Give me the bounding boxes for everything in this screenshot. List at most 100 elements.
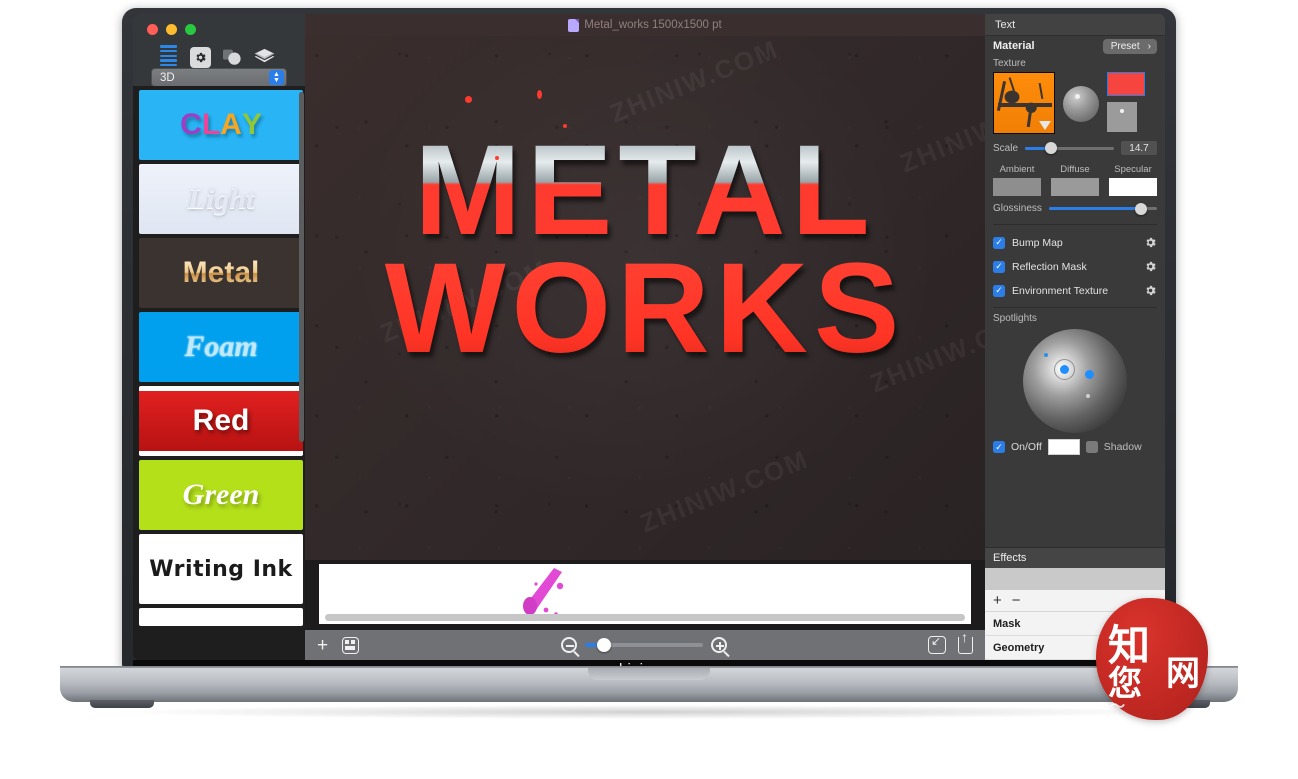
light-color-swatch[interactable] [1047,439,1080,455]
material-preset-button[interactable]: Preset › [1102,38,1157,54]
chevron-right-icon: › [1147,40,1151,52]
zoom-button[interactable] [185,24,196,35]
toggle-label: Bump Map [1012,236,1063,249]
shadow-label: Shadow [1103,441,1142,453]
toggle-bump-map[interactable]: ✓ Bump Map [993,236,1157,249]
material-section-header: Material Preset › [985,36,1165,56]
share-icon[interactable] [957,629,973,654]
effects-remove-button[interactable]: − [1012,592,1021,609]
checkbox[interactable]: ✓ [993,441,1005,453]
material-body: Texture Scale 14.7 Ambient Diffuse Specu… [985,56,1165,461]
glossiness-label: Glossiness [993,203,1042,214]
spotlight-sphere[interactable] [1023,329,1127,433]
right-panel: Text Material Preset › Texture Scale 14.… [985,14,1165,660]
strip-canvas[interactable] [319,564,971,624]
effects-selected-row[interactable] [985,568,1165,590]
seal-char-2: 网 [1166,654,1200,694]
gear-icon[interactable] [1144,236,1157,249]
reflection-swatch[interactable] [1107,102,1137,132]
window-titlebar-left: 3D ▲ ▼ [133,14,305,87]
material-channels: Ambient Diffuse Specular [993,164,1157,196]
traffic-lights[interactable] [147,24,295,35]
toggle-label: Reflection Mask [1012,260,1087,273]
grid-icon[interactable] [342,636,360,654]
application-window: 3D ▲ ▼ CLAY Light Metal Foam Red Green W… [133,14,1165,660]
strip-scrollbar[interactable] [325,614,965,621]
gear-icon[interactable] [189,46,211,68]
spotlight-handle-secondary[interactable] [1085,370,1094,379]
color-swatch[interactable] [1107,72,1145,96]
add-button[interactable]: + [317,636,328,655]
color-swatches [1107,72,1145,132]
effects-add-button[interactable]: + [993,592,1002,609]
spotlight-handle-tertiary[interactable] [1044,353,1048,357]
zoom-slider[interactable] [584,638,703,652]
zoom-in-icon[interactable] [710,637,727,653]
document-title: Metal_works 1500x1500 pt [584,19,722,31]
glossiness-slider[interactable] [1048,202,1157,215]
gear-icon[interactable] [1144,284,1157,297]
scale-value[interactable]: 14.7 [1121,141,1157,155]
chevron-updown-icon[interactable]: ▲ ▼ [269,70,284,85]
canvas-actions [927,629,973,654]
shadow-checkbox[interactable] [1085,441,1098,453]
canvas-area[interactable]: ZHINIW.COM ZHINIW.COM ZHINIW.COM ZHINIW.… [305,36,985,560]
shapes-icon[interactable] [221,46,243,68]
spotlight-editor[interactable] [993,329,1157,433]
gear-icon[interactable] [1144,260,1157,273]
preset-item-green[interactable]: Green [139,460,303,530]
zoom-slider-knob[interactable] [596,638,611,652]
artwork-line-2: WORKS [305,244,985,372]
glossiness-row: Glossiness [993,202,1157,215]
fit-to-screen-icon[interactable] [927,634,946,654]
diffuse-swatch[interactable] [1051,178,1099,196]
left-toolbar [143,45,295,68]
spotlight-handle-primary[interactable] [1060,365,1069,374]
preset-list-scrollbar[interactable] [299,92,304,442]
preset-label: Foam [184,330,258,363]
ambient-swatch[interactable] [993,178,1041,196]
scale-slider[interactable] [1025,142,1114,154]
preset-item-foam[interactable]: Foam [139,312,303,382]
spotlight-options: ✓ On/Off Shadow [993,439,1157,455]
preset-item-metal[interactable]: Metal [139,238,303,308]
specular-swatch[interactable] [1109,178,1157,196]
category-select[interactable]: 3D ▲ ▼ [151,68,287,87]
toggle-environment-texture[interactable]: ✓ Environment Texture [993,284,1157,297]
checkbox[interactable]: ✓ [993,260,1005,273]
minimize-button[interactable] [166,24,177,35]
preset-label: CLAY [180,108,262,141]
close-button[interactable] [147,24,158,35]
texture-thumbnail[interactable] [993,72,1055,134]
screenshot-root: 3D ▲ ▼ CLAY Light Metal Foam Red Green W… [0,0,1298,779]
texture-row [993,72,1157,134]
preset-list[interactable]: CLAY Light Metal Foam Red Green Writing … [133,86,305,660]
artwork-text[interactable]: METAL WORKS [305,127,985,373]
bottom-toolbar: + [305,629,985,660]
material-preset-label: Preset [1110,40,1140,52]
texture-dropdown-icon[interactable] [1039,121,1051,130]
effects-title: Effects [985,547,1165,568]
checkbox[interactable]: ✓ [993,236,1005,249]
channel-label: Diffuse [1060,164,1090,175]
artwork-line-1: METAL [305,127,985,255]
preset-label: Red [192,404,250,437]
preset-item-next[interactable] [139,608,303,626]
layers-icon[interactable] [253,46,275,68]
preset-item-light[interactable]: Light [139,164,303,234]
texture-label: Texture [993,58,1026,69]
spotlight-handle-quaternary[interactable] [1086,394,1090,398]
preset-item-red[interactable]: Red [139,386,303,456]
artwork-line-2-text: WORKS [384,236,906,380]
right-panel-header: Text [985,14,1165,36]
preset-item-writing-ink[interactable]: Writing Ink [139,534,303,604]
zoom-controls [560,637,727,653]
category-select-wrap: 3D ▲ ▼ [143,68,295,87]
checkbox[interactable]: ✓ [993,284,1005,297]
preset-item-clay[interactable]: CLAY [139,90,303,160]
toggle-reflection-mask[interactable]: ✓ Reflection Mask [993,260,1157,273]
list-icon[interactable] [157,45,179,68]
material-preview-sphere[interactable] [1063,86,1099,122]
zoom-out-icon[interactable] [560,637,577,653]
channel-diffuse: Diffuse [1051,164,1099,196]
